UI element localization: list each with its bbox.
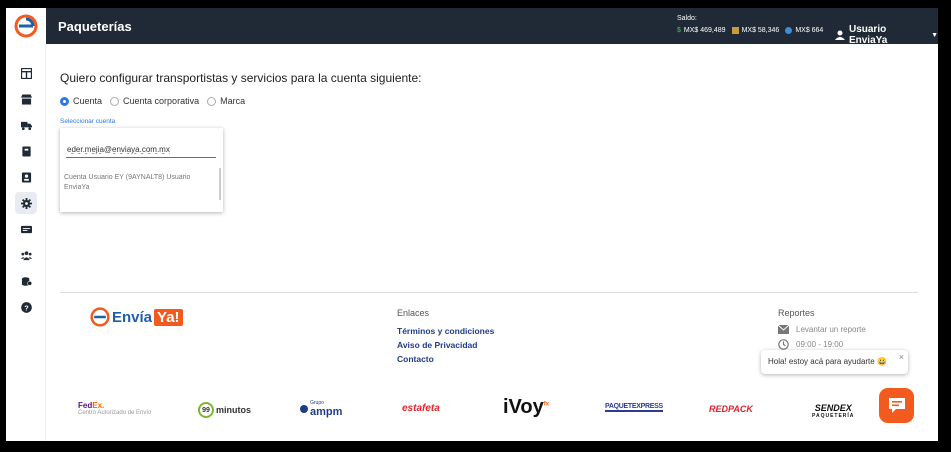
- balance-dollar: $ MX$ 469,489: [677, 27, 726, 34]
- radio-checked-icon[interactable]: [60, 96, 69, 106]
- account-type-radio-group: Cuenta Cuenta corporativa Marca: [60, 96, 253, 106]
- sidebar-item-invoices[interactable]: [15, 218, 37, 240]
- hours-text: 09:00 - 19:00: [796, 340, 844, 349]
- carrier-ivoy: iVoyfx: [503, 396, 549, 419]
- account-select-label: Seleccionar cuenta: [60, 118, 116, 125]
- invoice-icon: [20, 225, 32, 233]
- envelope-icon: [778, 325, 789, 334]
- link-contact[interactable]: Contacto: [397, 354, 434, 364]
- flag-icon: [731, 27, 739, 34]
- sidebar-item-dashboard[interactable]: [15, 62, 37, 84]
- carrier-sendex: SENDEX PAQUETERÍA: [812, 403, 854, 419]
- ampm-text: ampm: [310, 406, 343, 418]
- ampm-globe-icon: [300, 405, 308, 413]
- footer-logo[interactable]: Envía Ya!: [90, 307, 183, 327]
- ivoy-superscript: fx: [543, 401, 550, 408]
- carrier-fedex: FedEx. Centro Autorizado de Envío: [78, 401, 151, 416]
- sidebar: ?: [6, 44, 46, 441]
- sidebar-item-settings[interactable]: [15, 192, 37, 214]
- reports-title: Reportes: [778, 308, 815, 318]
- radio-cuenta[interactable]: Cuenta: [60, 96, 102, 106]
- dropdown-scrollbar[interactable]: [219, 168, 221, 200]
- page-title: Paqueterías: [58, 19, 132, 34]
- balance-value: MX$ 664: [795, 27, 824, 34]
- clock-icon: [778, 339, 789, 350]
- dollar-icon: $: [677, 27, 681, 34]
- chat-bubble[interactable]: Hola! estoy acá para ayudarte 😀 ×: [761, 350, 908, 374]
- app-window: Paqueterías Saldo: $ MX$ 469,489 MX$ 58,…: [6, 8, 938, 441]
- carrier-estafeta: estafeta: [402, 403, 440, 414]
- account-option[interactable]: Cuenta Usuario EY (9AYNALT8) Usuario Env…: [64, 173, 209, 193]
- top-bar: Paqueterías Saldo: $ MX$ 469,489 MX$ 58,…: [6, 8, 938, 46]
- svg-text:?: ?: [24, 303, 29, 312]
- sidebar-item-store[interactable]: [15, 88, 37, 110]
- chat-bubble-text: Hola! estoy acá para ayudarte 😀: [768, 357, 887, 366]
- chevron-down-icon: ▼: [931, 31, 938, 39]
- help-icon: ?: [20, 301, 32, 313]
- balance-label: Saldo:: [677, 15, 697, 22]
- radio-label: Marca: [220, 96, 246, 106]
- page-heading: Quiero configurar transportistas y servi…: [60, 71, 422, 85]
- globe-icon: [785, 27, 793, 34]
- enviaya-logo-icon: [14, 14, 38, 38]
- report-link[interactable]: Levantar un reporte: [778, 325, 866, 334]
- contacts-icon: [21, 171, 31, 183]
- chat-button[interactable]: [879, 388, 914, 423]
- balances: $ MX$ 469,489 MX$ 58,346 MX$ 664: [677, 27, 823, 34]
- fedex-text-ex: Ex.: [92, 401, 105, 410]
- dashboard-icon: [20, 67, 32, 79]
- links-title: Enlaces: [397, 308, 430, 318]
- radio-label: Cuenta: [73, 96, 103, 106]
- carrier-redpack: REDPACK: [709, 404, 753, 414]
- ivoy-text: iVoy: [503, 396, 544, 418]
- carrier-ampm: Grupo ampm: [300, 400, 342, 418]
- footer-divider: [60, 292, 918, 293]
- 99minutos-text: minutos: [216, 405, 251, 415]
- carrier-paquetexpress: PAQUETEXPRESS: [605, 403, 663, 412]
- balance-value: MX$ 469,489: [683, 27, 726, 34]
- radio-marca[interactable]: Marca: [207, 96, 245, 106]
- sidebar-item-packages[interactable]: [15, 140, 37, 162]
- radio-unchecked-icon[interactable]: [110, 96, 120, 106]
- package-icon: [21, 145, 31, 157]
- balance-globe: MX$ 664: [785, 27, 823, 34]
- gear-icon: [20, 197, 32, 209]
- sidebar-item-help[interactable]: ?: [15, 296, 37, 318]
- enviaya-logo-icon: [90, 307, 110, 327]
- sendex-subtitle: PAQUETERÍA: [812, 413, 855, 419]
- user-icon: [835, 30, 845, 40]
- truck-icon: [20, 121, 32, 130]
- account-search-input[interactable]: [66, 141, 216, 158]
- hours: 09:00 - 19:00: [778, 339, 843, 350]
- balance-flag: MX$ 58,346: [731, 27, 780, 34]
- link-privacy[interactable]: Aviso de Privacidad: [397, 340, 477, 350]
- store-icon: [20, 93, 32, 105]
- sidebar-item-users[interactable]: [15, 244, 37, 266]
- balance-value: MX$ 58,346: [741, 27, 780, 34]
- fedex-subtitle: Centro Autorizado de Envío: [78, 410, 152, 416]
- carrier-99minutos: 99 minutos: [198, 402, 251, 418]
- close-icon[interactable]: ×: [899, 352, 904, 362]
- 99minutos-badge: 99: [198, 402, 214, 418]
- users-icon: [20, 250, 32, 260]
- logo-text-envia: Envía: [112, 308, 153, 326]
- account-dropdown: Cuenta Usuario EY (9AYNALT8) Usuario Env…: [60, 128, 223, 212]
- report-link-text: Levantar un reporte: [796, 325, 866, 334]
- user-menu[interactable]: Usuario EnviaYa ▼: [835, 24, 938, 46]
- sidebar-item-shipments[interactable]: [15, 114, 37, 136]
- chat-icon: [888, 397, 905, 413]
- coins-icon: [21, 276, 32, 286]
- radio-unchecked-icon[interactable]: [207, 96, 217, 106]
- sendex-text: SENDEX: [814, 403, 852, 413]
- sidebar-item-billing[interactable]: [15, 270, 37, 292]
- app-logo[interactable]: [6, 8, 46, 44]
- sidebar-item-contacts[interactable]: [15, 166, 37, 188]
- radio-label: Cuenta corporativa: [123, 96, 200, 106]
- user-name: Usuario EnviaYa: [848, 24, 888, 46]
- fedex-text-fed: Fed: [78, 401, 93, 410]
- logo-text-ya: Ya!: [154, 308, 183, 326]
- link-terms[interactable]: Términos y condiciones: [397, 326, 494, 336]
- radio-cuenta-corporativa[interactable]: Cuenta corporativa: [110, 96, 199, 106]
